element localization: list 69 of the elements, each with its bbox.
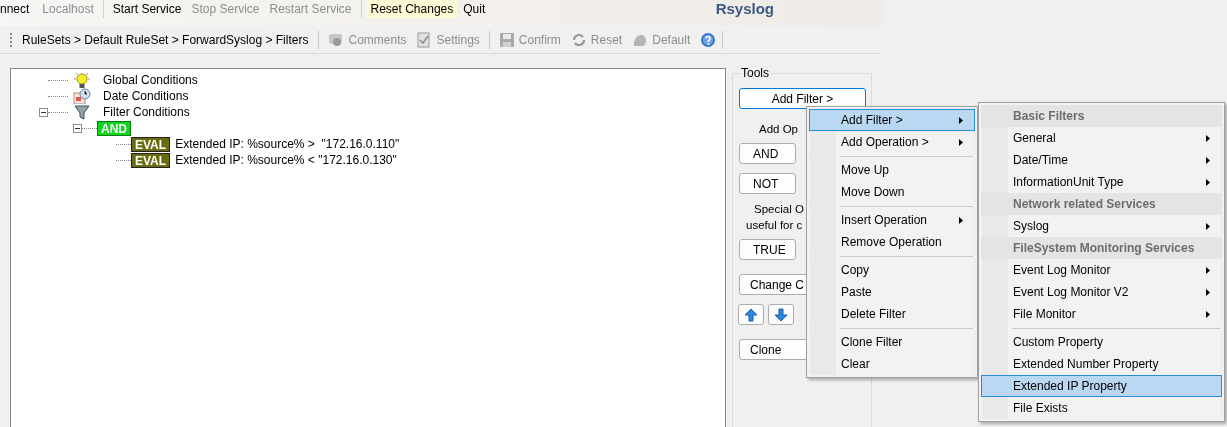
eval-badge: EVAL	[131, 152, 171, 168]
submenu-arrow-icon	[959, 216, 963, 224]
tool-label: useful for c	[745, 219, 803, 231]
menu-item[interactable]: File Exists	[981, 397, 1222, 419]
group-title: Tools	[740, 66, 770, 80]
tree-item[interactable]: Filter Conditions	[103, 105, 190, 119]
move-down-button[interactable]	[768, 304, 794, 325]
bulb-icon	[73, 72, 91, 88]
menu-item[interactable]: Event Log Monitor	[981, 259, 1222, 281]
submenu-arrow-icon	[1206, 310, 1210, 318]
menu-item[interactable]: Custom Property	[981, 331, 1222, 353]
calendar-icon	[73, 88, 91, 104]
menu-item[interactable]: Extended IP Property	[981, 375, 1222, 397]
tool-button[interactable]: AND	[739, 143, 796, 164]
refresh-icon	[570, 32, 587, 48]
menu-section-header: Network related Services	[981, 193, 1222, 215]
tool-label: Add Op	[758, 123, 798, 135]
checklist-icon	[416, 32, 433, 48]
help-icon[interactable]	[700, 32, 717, 48]
submenu-arrow-icon	[959, 138, 963, 146]
menu-item[interactable]: Copy	[809, 259, 975, 281]
tool-button[interactable]: Add Filter >	[739, 88, 866, 109]
submenu-arrow-icon	[1206, 266, 1210, 274]
submenu-arrow-icon	[959, 116, 963, 124]
tree-item[interactable]: Extended IP: %source% > "172.16.0.110"	[175, 137, 400, 151]
menu-item[interactable]: Add Operation >	[809, 131, 975, 153]
arrow-up-icon	[744, 307, 758, 322]
menu-item[interactable]: Clear	[809, 353, 975, 375]
submenu-arrow-icon	[1206, 178, 1210, 186]
move-up-button[interactable]	[738, 304, 764, 325]
toolbar-button[interactable]: Start Service	[108, 0, 186, 18]
collapse-toggle[interactable]	[39, 107, 48, 117]
funnel-icon	[73, 104, 91, 120]
tool-label: Special O	[753, 203, 804, 215]
menu-item[interactable]: Move Up	[809, 159, 975, 181]
submenu-arrow-icon	[1206, 134, 1210, 142]
menu-item[interactable]: File Monitor	[981, 303, 1222, 325]
menu-item[interactable]: Paste	[809, 281, 975, 303]
collapse-toggle[interactable]	[73, 123, 82, 133]
menu-item[interactable]: Delete Filter	[809, 303, 975, 325]
submenu-arrow-icon	[1206, 288, 1210, 296]
menu-item[interactable]: General	[981, 127, 1222, 149]
arrow-down-icon	[774, 307, 788, 322]
menu-section-header: FileSystem Monitoring Services	[981, 237, 1222, 259]
toolbar-button[interactable]: Reset Changes	[366, 0, 458, 18]
menu-item[interactable]: Remove Operation	[809, 231, 975, 253]
menu-item[interactable]: Event Log Monitor V2	[981, 281, 1222, 303]
app-title: Rsyslog	[715, 0, 774, 18]
tool-button[interactable]: TRUE	[739, 239, 796, 260]
submenu-arrow-icon	[1206, 222, 1210, 230]
menu-item[interactable]: Date/Time	[981, 149, 1222, 171]
toolbar-button[interactable]: Quit	[459, 0, 490, 18]
tool-button[interactable]: NOT	[739, 173, 796, 194]
menu-item[interactable]: Syslog	[981, 215, 1222, 237]
menu-item[interactable]: Add Filter >	[809, 109, 975, 131]
menu-item[interactable]: Extended Number Property	[981, 353, 1222, 375]
submenu-arrow-icon	[1206, 156, 1210, 164]
menu-item[interactable]: Insert Operation	[809, 209, 975, 231]
menu-item[interactable]: InformationUnit Type	[981, 171, 1222, 193]
menu-item[interactable]: Move Down	[809, 181, 975, 203]
tree-item[interactable]: Date Conditions	[103, 89, 189, 103]
breadcrumb-path: RuleSets > Default RuleSet > ForwardSyslog > Filters	[22, 33, 309, 47]
menu-item[interactable]: Clone Filter	[809, 331, 975, 353]
menu-section-header: Basic Filters	[981, 105, 1222, 127]
tree-item[interactable]: Global Conditions	[103, 73, 198, 87]
toolbar-button[interactable]: nnect	[0, 0, 34, 18]
speech-bubble-icon	[328, 32, 345, 48]
eval-badge: EVAL	[131, 136, 171, 152]
tree-item[interactable]: Extended IP: %source% < "172.16.0.130"	[175, 153, 397, 167]
